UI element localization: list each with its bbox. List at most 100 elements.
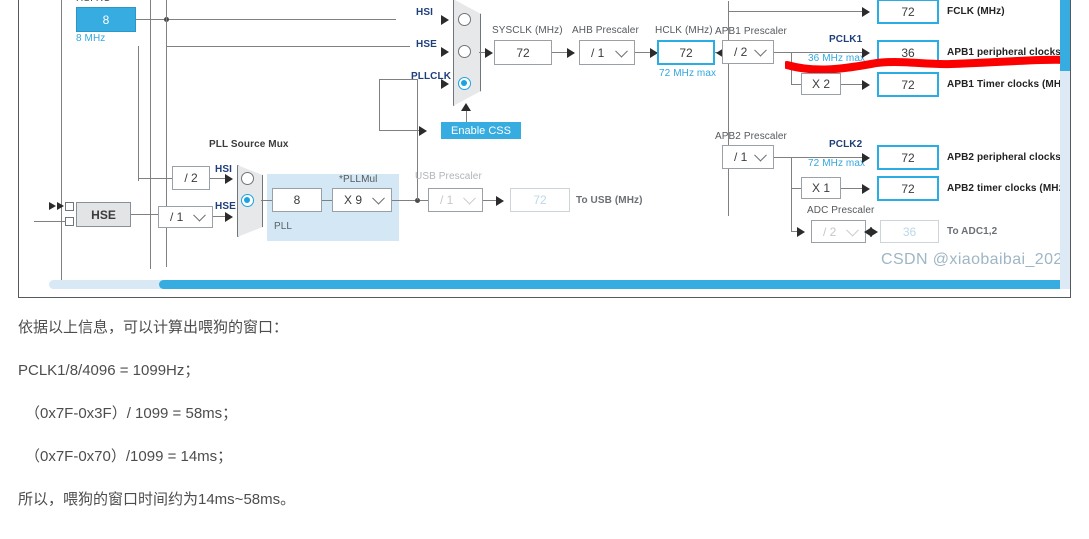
hse-source-box[interactable]: HSE (76, 202, 131, 227)
apb2-prescaler-title: APB2 Prescaler (715, 131, 787, 142)
clock-configuration-viewer[interactable]: HSI RC 8 8 MHz HSE / 1 / 2 PLL Source Mu… (18, 0, 1071, 298)
article-paragraph-3: （0x7F-0x3F）/ 1099 = 58ms； (25, 405, 238, 422)
wire-pllclk-down-css (379, 79, 380, 130)
horizontal-scrollbar[interactable] (49, 280, 1065, 289)
apb1-prescaler-title: APB1 Prescaler (715, 26, 787, 37)
ahb-prescaler-value: / 1 (591, 45, 605, 60)
sysclk-title: SYSCLK (MHz) (492, 25, 563, 36)
usb-prescaler-title: USB Prescaler (415, 171, 482, 182)
vertical-scrollbar-thumb[interactable] (1060, 0, 1070, 71)
chevron-down-icon (372, 191, 385, 205)
ahb-prescaler-title: AHB Prescaler (572, 25, 639, 36)
apb2-peripheral-value-box[interactable]: 72 (877, 145, 939, 170)
hse-pad-osc-out (65, 217, 74, 226)
apb2-timer-value-box[interactable]: 72 (877, 176, 939, 201)
sysmux-radio-hse[interactable] (458, 45, 471, 58)
fclk-output-label: FCLK (MHz) (947, 6, 1005, 17)
hsi-rc-value-box[interactable]: 8 (76, 7, 136, 32)
hse-osc-rail (150, 0, 151, 269)
sysmux-radio-hsi[interactable] (458, 13, 471, 26)
pclk2-max-label: 72 MHz max (808, 158, 866, 169)
sysclk-in-arrow (485, 48, 493, 58)
ahb-prescaler-select[interactable]: / 1 (579, 40, 635, 65)
chevron-down-icon (846, 223, 859, 237)
apb1-peripheral-value-box[interactable]: 36 (877, 40, 939, 65)
pclk1-max-label: 36 MHz max (808, 53, 866, 64)
hsi-rc-label: HSI RC (76, 0, 111, 4)
hse-in-arrow-1 (49, 202, 56, 210)
adc-prescaler-select[interactable]: / 2 (811, 220, 866, 243)
sysmux-radio-pllclk[interactable] (458, 77, 471, 90)
pllmux-hsi-arrow (225, 174, 233, 184)
horizontal-scrollbar-thumb[interactable] (159, 280, 1065, 289)
hse-prescaler-value: / 1 (170, 210, 184, 224)
apb2-timer-arrow (862, 184, 870, 194)
wire-apb2pre-to-pclk2 (774, 157, 866, 158)
usb-output-label: To USB (MHz) (576, 195, 643, 206)
wire-hsi-div2-in (138, 178, 172, 179)
sysclk-value-box: 72 (494, 40, 552, 65)
article-paragraph-5: 所以，喂狗的窗口时间约为14ms~58ms。 (18, 491, 296, 508)
pllmux-hse-arrow (225, 212, 233, 222)
fclk-value-box[interactable]: 72 (877, 0, 939, 24)
article-paragraph-4: （0x7F-0x70）/1099 = 14ms； (25, 448, 233, 465)
pllmul-title: *PLLMul (339, 174, 378, 185)
wire-apb2-branch (791, 157, 792, 231)
hse-in-arrow-2 (57, 202, 64, 210)
apb1-timer-value-box[interactable]: 72 (877, 72, 939, 97)
pll-input-box: 8 (272, 188, 322, 212)
hsi-rc-unit-label: 8 MHz (76, 33, 106, 44)
pll-label: PLL (274, 221, 293, 232)
adc-prescaler-title: ADC Prescaler (807, 205, 875, 216)
css-in-arrow (419, 126, 427, 136)
hclk-max-label: 72 MHz max (659, 68, 717, 79)
apb2-timer-multiplier-box: X 1 (801, 177, 841, 199)
pclk1-title: PCLK1 (829, 34, 863, 45)
pll-mux-radio-hse[interactable] (241, 194, 254, 207)
chevron-down-icon (615, 44, 628, 58)
apb1-timer-arrow (862, 80, 870, 90)
adc-in-arrow (797, 227, 805, 237)
wire-pllclk-to-usb (420, 200, 428, 201)
wire-hsi-down-to-div2 (138, 46, 139, 181)
hse-pad-osc-in (65, 202, 74, 211)
wire-pllin-to-pllmul (322, 200, 332, 201)
adc-value-box: 36 (880, 220, 939, 243)
apb2-timer-label: APB2 timer clocks (MHz) (947, 183, 1068, 194)
wire-hclk-to-fclk (728, 11, 868, 12)
hclk-value-box[interactable]: 72 (657, 40, 715, 65)
wire-hsi-to-mux (136, 19, 396, 20)
pclk2-title: PCLK2 (829, 139, 863, 150)
enable-css-button[interactable]: Enable CSS (441, 122, 521, 139)
apb2-prescaler-value: / 1 (734, 150, 748, 164)
article-paragraph-1: 依据以上信息，可以计算出喂狗的窗口： (18, 319, 289, 336)
hclk-title: HCLK (MHz) (655, 25, 713, 36)
apb1-timer-label: APB1 Timer clocks (MHz) (947, 79, 1070, 90)
chevron-down-icon (754, 148, 767, 162)
pll-mux-radio-hsi[interactable] (241, 172, 254, 185)
wire-apb1pre-to-pclk1 (774, 52, 866, 53)
apb1-prescaler-value: / 2 (734, 45, 748, 59)
pll-mux-hse-label: HSE (215, 201, 236, 212)
pll-source-mux-title: PLL Source Mux (209, 139, 289, 150)
css-up-arrow (461, 103, 471, 111)
wire-hse-osc-out (34, 221, 66, 222)
adc-out-arrow-right (870, 227, 878, 237)
article-body: 依据以上信息，可以计算出喂狗的窗口： PCLK1/8/4096 = 1099Hz… (18, 318, 1071, 533)
wire-apb2-to-x1 (791, 188, 801, 189)
ahb-in-arrow (567, 48, 575, 58)
apb1-prescaler-select[interactable]: / 2 (722, 40, 774, 64)
usb-prescaler-select[interactable]: / 1 (428, 188, 483, 212)
pllmul-select[interactable]: X 9 (332, 188, 392, 212)
usb-out-arrow (496, 196, 504, 206)
chevron-down-icon (754, 43, 767, 57)
adc-prescaler-value: / 2 (823, 224, 837, 239)
apb2-prescaler-select[interactable]: / 1 (722, 145, 774, 169)
sysmux-pllclk-arrow (441, 79, 449, 89)
wire-apb1-to-x2 (791, 84, 801, 85)
wire-hsi-to-hse-branch (166, 46, 410, 47)
hse-prescaler-select[interactable]: / 1 (158, 206, 213, 228)
apb1-periph-arrow (862, 48, 870, 58)
sysmux-hsi-label: HSI (416, 7, 433, 18)
sysmux-hse-arrow (441, 47, 449, 57)
